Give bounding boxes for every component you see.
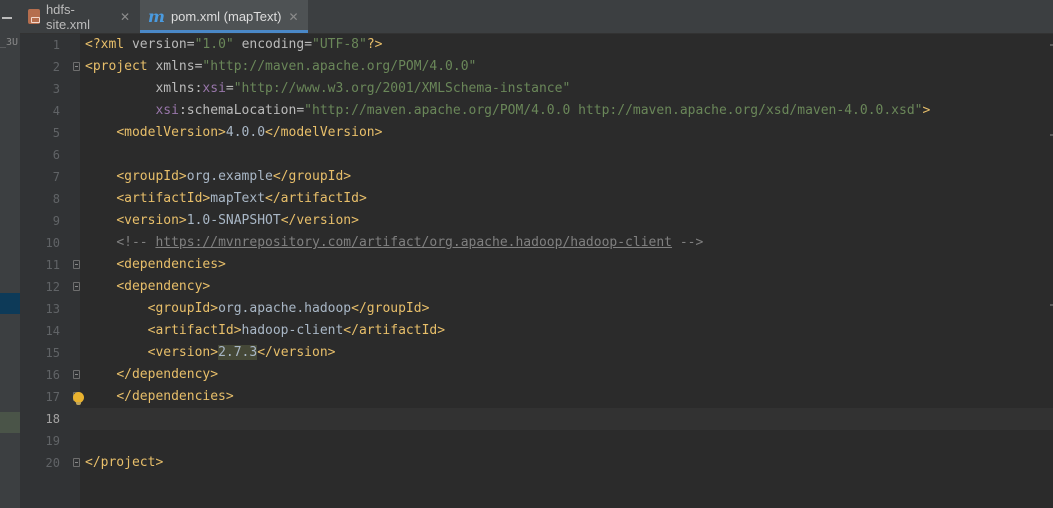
line-number: 19 xyxy=(45,434,60,448)
code-editor[interactable]: <?xml version="1.0" encoding="UTF-8"?> <… xyxy=(80,34,1053,508)
line-number: 4 xyxy=(52,104,60,118)
xml-file-icon xyxy=(28,9,40,24)
code-line-17: </dependencies> xyxy=(116,389,234,404)
line-number: 1 xyxy=(52,38,60,52)
tab-hdfs-site-xml[interactable]: hdfs-site.xml ✕ xyxy=(20,0,138,33)
code-line-10: <!-- https://mvnrepository.com/artifact/… xyxy=(116,235,704,250)
code-line-2: <project xmlns="http://maven.apache.org/… xyxy=(85,59,477,74)
line-number: 11 xyxy=(45,258,60,272)
line-number: 13 xyxy=(45,302,60,316)
code-line-3: xmlns:xsi="http://www.w3.org/2001/XMLSch… xyxy=(155,81,571,96)
code-line-20: </project> xyxy=(85,455,164,470)
tab-label: hdfs-site.xml xyxy=(45,1,90,32)
line-number: 9 xyxy=(52,214,60,228)
code-line-14: <artifactId>hadoop-client</artifactId> xyxy=(147,323,446,338)
close-icon[interactable]: ✕ xyxy=(288,10,298,24)
project-tree-fragment: _3U xyxy=(0,37,19,48)
code-line-15: <version>2.7.3</version> xyxy=(147,345,336,360)
highlighted-version: 2.7.3 xyxy=(218,345,258,360)
line-number: 20 xyxy=(45,456,60,470)
fold-icon[interactable] xyxy=(73,62,80,71)
code-line-1: <?xml version="1.0" encoding="UTF-8"?> xyxy=(85,37,383,52)
line-number-current: 18 xyxy=(45,412,60,426)
code-line-16: </dependency> xyxy=(116,367,219,382)
line-number-gutter[interactable]: 1 2 3 4 5 6 7 8 9 10 11 12 13 14 15 16 1… xyxy=(20,34,80,508)
line-number: 16 xyxy=(45,368,60,382)
project-panel-strip[interactable]: _3U xyxy=(0,0,20,508)
code-line-9: <version>1.0-SNAPSHOT</version> xyxy=(116,213,359,228)
project-tree-highlight xyxy=(0,412,20,433)
project-tree-selection xyxy=(0,293,20,314)
tab-pom-xml[interactable]: m pom.xml (mapText) ✕ xyxy=(140,0,308,33)
line-number: 17 xyxy=(45,390,60,404)
line-number: 15 xyxy=(45,346,60,360)
line-number: 14 xyxy=(45,324,60,338)
line-number: 3 xyxy=(52,82,60,96)
editor-tab-bar: hdfs-site.xml ✕ m pom.xml (mapText) ✕ xyxy=(20,0,1053,34)
code-line-5: <modelVersion>4.0.0</modelVersion> xyxy=(116,125,383,140)
current-line-highlight xyxy=(80,408,1053,430)
line-number: 10 xyxy=(45,236,60,250)
code-line-11: <dependencies> xyxy=(116,257,226,272)
code-line-12: <dependency> xyxy=(116,279,211,294)
close-icon[interactable]: ✕ xyxy=(120,10,130,24)
tab-label: pom.xml (mapText) xyxy=(170,9,282,24)
line-number: 7 xyxy=(52,170,60,184)
line-number: 8 xyxy=(52,192,60,206)
line-number: 12 xyxy=(45,280,60,294)
fold-icon[interactable] xyxy=(73,370,80,379)
code-line-4: xsi:schemaLocation="http://maven.apache.… xyxy=(155,103,931,118)
code-line-8: <artifactId>mapText</artifactId> xyxy=(116,191,367,206)
code-line-13: <groupId>org.apache.hadoop</groupId> xyxy=(147,301,430,316)
comment-url-link[interactable]: https://mvnrepository.com/artifact/org.a… xyxy=(155,235,672,250)
minimize-icon[interactable] xyxy=(2,17,12,19)
fold-icon[interactable] xyxy=(73,260,80,269)
line-number: 2 xyxy=(52,60,60,74)
fold-icon[interactable] xyxy=(73,282,80,291)
code-line-7: <groupId>org.example</groupId> xyxy=(116,169,352,184)
fold-icon[interactable] xyxy=(73,458,80,467)
line-number: 6 xyxy=(52,148,60,162)
maven-icon: m xyxy=(148,6,165,26)
line-number: 5 xyxy=(52,126,60,140)
